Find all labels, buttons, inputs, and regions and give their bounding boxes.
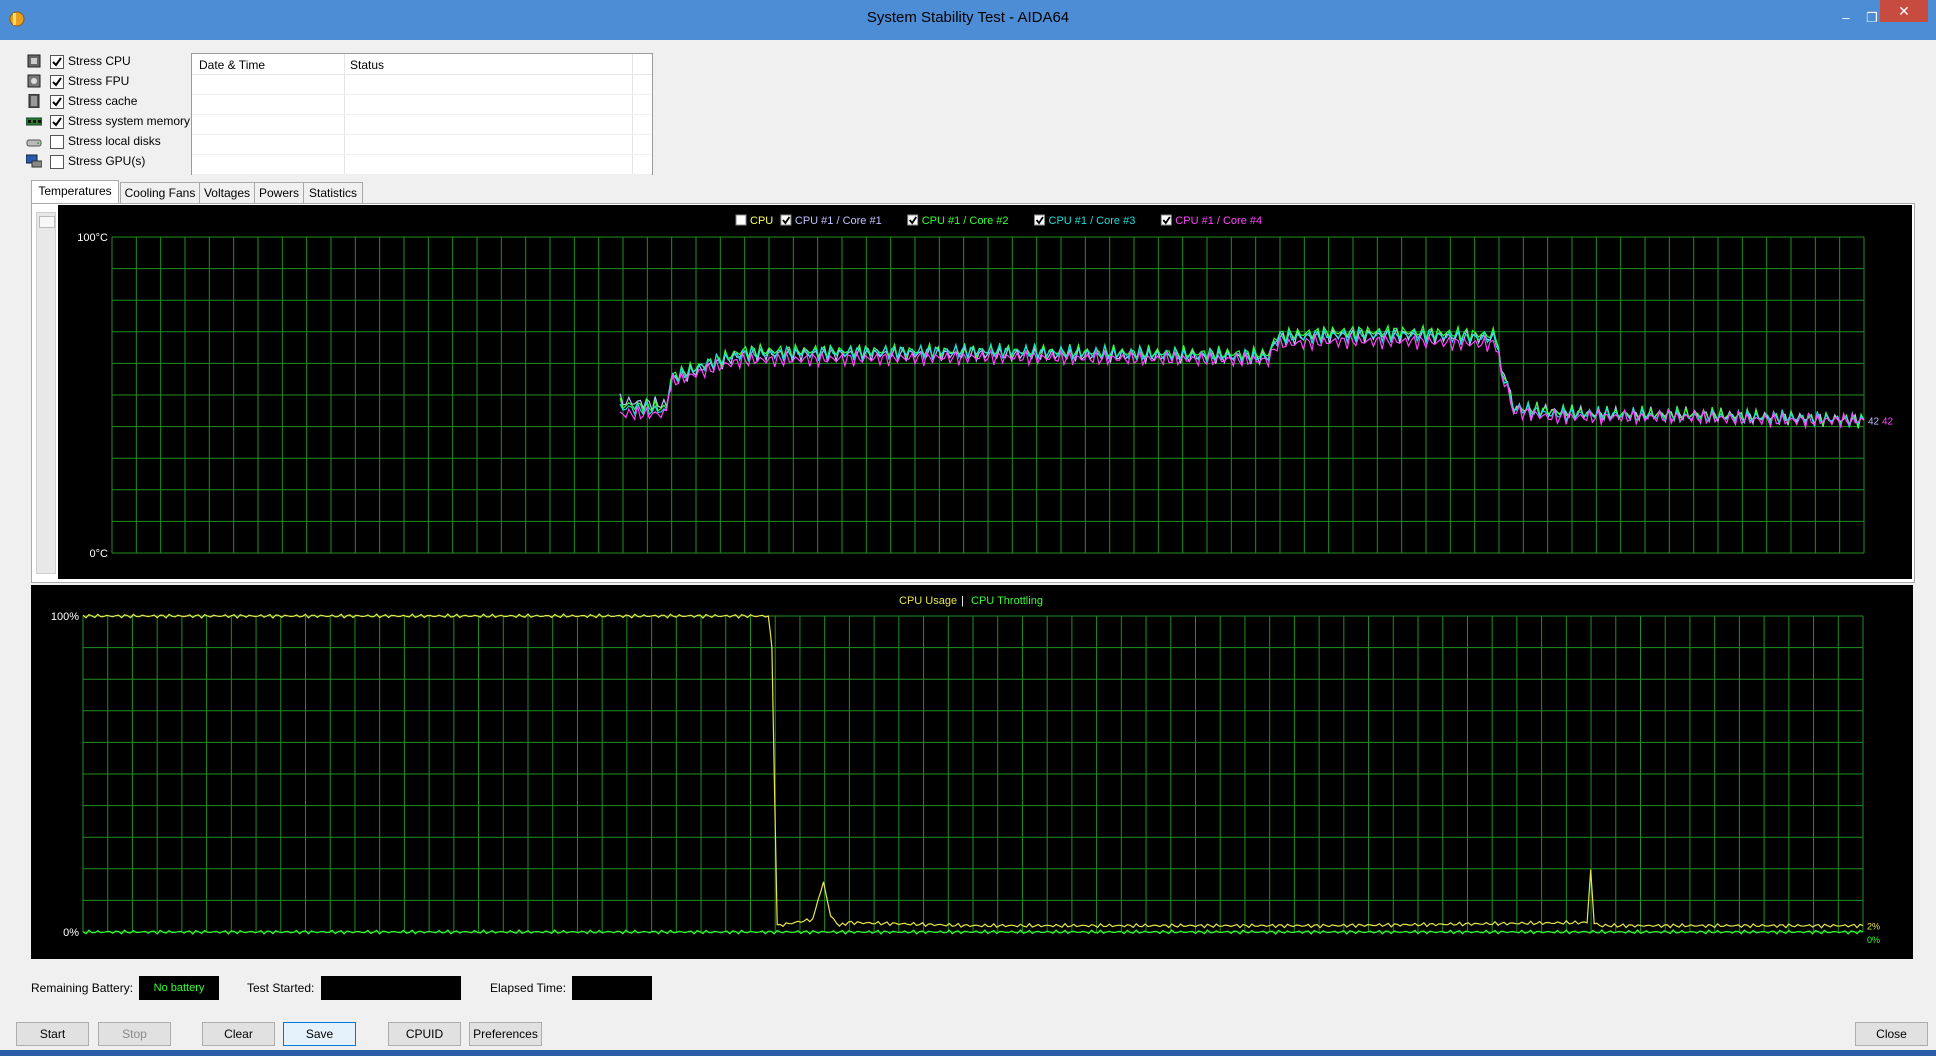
memory-icon — [26, 117, 42, 126]
disk-icon — [26, 139, 42, 147]
start-button[interactable]: Start — [16, 1022, 89, 1046]
stress-memory-label: Stress system memory — [68, 114, 191, 128]
gpu-icon — [26, 154, 42, 168]
test-started-value — [321, 976, 461, 1000]
stress-disks-label: Stress local disks — [68, 134, 161, 148]
stress-fpu-option[interactable]: Stress FPU — [26, 72, 196, 92]
minimize-button[interactable]: – — [1836, 10, 1856, 25]
temperature-chart-svg: CPU CPU #1 / Core #1 CPU #1 / Core #2 CPU #… — [77, 214, 1894, 560]
stress-gpu-checkbox[interactable] — [50, 155, 64, 169]
cache-icon — [28, 94, 40, 108]
clear-button[interactable]: Clear — [202, 1022, 275, 1046]
end-value-label: 2% — [1867, 922, 1880, 932]
stress-gpu-label: Stress GPU(s) — [68, 154, 146, 168]
tab-statistics[interactable]: Statistics — [303, 182, 363, 204]
taskbar — [0, 1050, 1936, 1056]
legend-label: CPU #1 / Core #1 — [795, 215, 882, 227]
stress-cache-label: Stress cache — [68, 94, 138, 108]
legend-label: CPU #1 / Core #2 — [922, 215, 1009, 227]
log-row — [192, 134, 652, 155]
stress-gpu-option[interactable]: Stress GPU(s) — [26, 152, 196, 172]
legend-label: CPU #1 / Core #3 — [1049, 215, 1136, 227]
stress-options: Stress CPU Stress FPU Stress cache Stres… — [26, 52, 196, 172]
log-row — [192, 114, 652, 135]
restore-button[interactable]: ❐ — [1862, 10, 1882, 26]
status-row: Remaining Battery: No battery Test Start… — [31, 976, 931, 1002]
save-button[interactable]: Save — [283, 1022, 356, 1046]
legend-cpu-throttling: CPU Throttling — [971, 595, 1043, 607]
log-row — [192, 154, 652, 175]
remaining-battery-value: No battery — [139, 976, 219, 1000]
aida64-window: System Stability Test - AIDA64 – ❐ ✕ Str… — [0, 0, 1936, 1056]
stress-cache-option[interactable]: Stress cache — [26, 92, 196, 112]
stress-memory-checkbox[interactable] — [50, 115, 64, 129]
legend-cpu-usage: CPU Usage — [899, 595, 957, 607]
remaining-battery-label: Remaining Battery: — [31, 981, 134, 995]
cpu-usage-chart: CPU Usage | CPU Throttling 100% 0% 2% 0% — [31, 585, 1913, 959]
log-header-datetime[interactable]: Date & Time — [199, 58, 265, 72]
log-row — [192, 74, 652, 95]
stress-memory-option[interactable]: Stress system memory — [26, 112, 196, 132]
log-row — [192, 94, 652, 115]
event-log-table[interactable]: Date & Time Status — [191, 53, 653, 175]
y-axis-min-label: 0°C — [90, 548, 109, 560]
preferences-button[interactable]: Preferences — [469, 1022, 542, 1046]
y-axis-max-label: 100% — [51, 611, 79, 623]
elapsed-time-label: Elapsed Time: — [490, 981, 567, 995]
stress-fpu-checkbox[interactable] — [50, 75, 64, 89]
test-started-label: Test Started: — [247, 981, 315, 995]
stress-disks-option[interactable]: Stress local disks — [26, 132, 196, 152]
temperature-chart: CPU CPU #1 / Core #1 CPU #1 / Core #2 CPU #… — [58, 205, 1912, 579]
stop-button[interactable]: Stop — [98, 1022, 171, 1046]
window-title: System Stability Test - AIDA64 — [866, 9, 1070, 26]
scrollbar-thumb[interactable] — [39, 216, 55, 228]
legend-label: CPU #1 / Core #4 — [1175, 215, 1262, 227]
log-header-status[interactable]: Status — [350, 58, 384, 72]
stress-cpu-checkbox[interactable] — [50, 55, 64, 69]
close-window-button[interactable]: ✕ — [1880, 0, 1928, 22]
fpu-icon — [27, 74, 41, 88]
y-axis-max-label: 100°C — [77, 232, 108, 244]
cpu-usage-chart-svg: CPU Usage | CPU Throttling 100% 0% 2% 0% — [51, 595, 1880, 945]
tab-cooling-fans[interactable]: Cooling Fans — [120, 182, 200, 204]
stress-fpu-label: Stress FPU — [68, 74, 130, 88]
stress-cpu-option[interactable]: Stress CPU — [26, 52, 196, 72]
legend-label: CPU — [750, 215, 773, 227]
cpuid-button[interactable]: CPUID — [388, 1022, 461, 1046]
log-header: Date & Time Status — [192, 54, 652, 75]
sensor-scrollbar[interactable] — [36, 212, 56, 574]
series-line-cpu-1-core-4 — [619, 332, 1865, 430]
legend-separator: | — [961, 595, 964, 607]
cpu-icon — [27, 54, 41, 68]
stress-cpu-label: Stress CPU — [68, 54, 131, 68]
end-value-label: 42 — [1882, 416, 1894, 427]
elapsed-time-value — [572, 976, 652, 1000]
tab-powers[interactable]: Powers — [254, 182, 304, 204]
title-bar[interactable]: System Stability Test - AIDA64 – ❐ ✕ — [0, 0, 1936, 40]
tab-voltages[interactable]: Voltages — [199, 182, 255, 204]
end-value-label: 0% — [1867, 935, 1880, 945]
stress-disks-checkbox[interactable] — [50, 135, 64, 149]
y-axis-min-label: 0% — [63, 927, 79, 939]
legend-checkbox — [735, 214, 747, 226]
end-value-label: 42 — [1868, 416, 1880, 427]
stress-cache-checkbox[interactable] — [50, 95, 64, 109]
close-button[interactable]: Close — [1855, 1022, 1928, 1046]
